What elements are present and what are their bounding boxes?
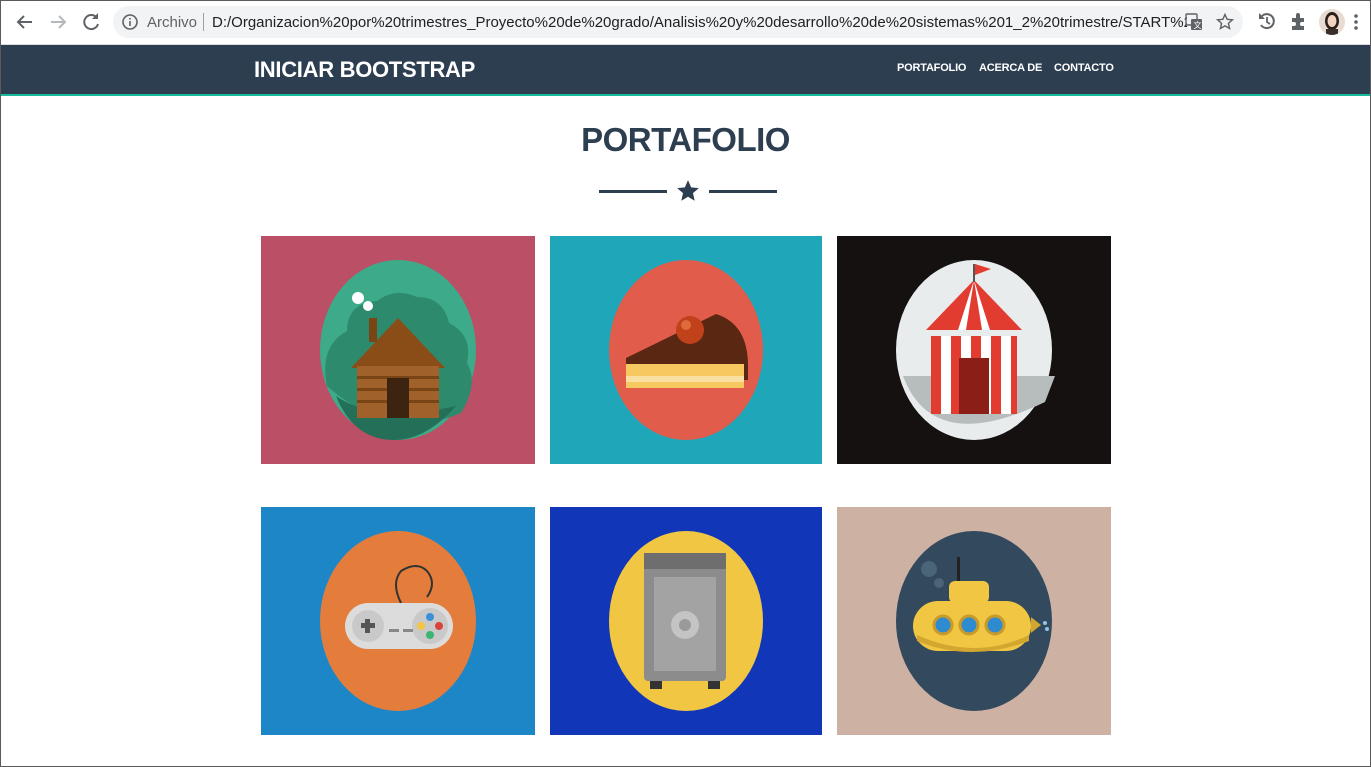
forward-arrow-icon[interactable]: [45, 9, 71, 35]
divider-line-right: [709, 190, 777, 193]
site-navbar: INICIAR BOOTSTRAP PORTAFOLIO ACERCA DE C…: [1, 45, 1370, 96]
scheme-label: Archivo: [147, 14, 198, 31]
profile-avatar[interactable]: [1319, 9, 1345, 35]
browser-toolbar: Archivo D:/Organizacion%20por%20trimestr…: [1, 1, 1370, 45]
portfolio-item-submarine[interactable]: [837, 507, 1111, 735]
reload-icon[interactable]: [78, 9, 104, 35]
extensions-puzzle-icon[interactable]: [1288, 10, 1310, 37]
translate-icon[interactable]: 文: [1185, 13, 1203, 36]
address-bar[interactable]: Archivo D:/Organizacion%20por%20trimestr…: [113, 6, 1243, 38]
menu-dots-icon[interactable]: [1353, 13, 1359, 36]
portfolio-item-cabin[interactable]: [261, 236, 535, 464]
tent-door: [959, 358, 989, 414]
portfolio-item-circus[interactable]: [837, 236, 1111, 464]
url-text[interactable]: D:/Organizacion%20por%20trimestres_Proye…: [212, 14, 1187, 31]
portfolio-item-cake[interactable]: [550, 236, 822, 464]
portfolio-item-safe[interactable]: [550, 507, 822, 735]
svg-text:文: 文: [1194, 20, 1202, 30]
brand-link[interactable]: INICIAR BOOTSTRAP: [254, 57, 475, 83]
nav-link-contacto[interactable]: CONTACTO: [1054, 62, 1114, 74]
back-arrow-icon[interactable]: [12, 9, 38, 35]
history-icon[interactable]: [1256, 10, 1278, 37]
address-separator: [203, 13, 204, 31]
nav-link-portafolio[interactable]: PORTAFOLIO: [897, 62, 966, 74]
divider-line-left: [599, 190, 667, 193]
info-icon[interactable]: [121, 13, 139, 36]
cabin-door: [387, 378, 409, 418]
nav-link-acerca-de[interactable]: ACERCA DE: [979, 62, 1042, 74]
bookmark-star-icon[interactable]: [1215, 12, 1235, 37]
portfolio-item-game[interactable]: [261, 507, 535, 735]
star-icon: [675, 178, 701, 209]
cherry: [676, 316, 704, 344]
page-title: PORTAFOLIO: [581, 121, 790, 158]
